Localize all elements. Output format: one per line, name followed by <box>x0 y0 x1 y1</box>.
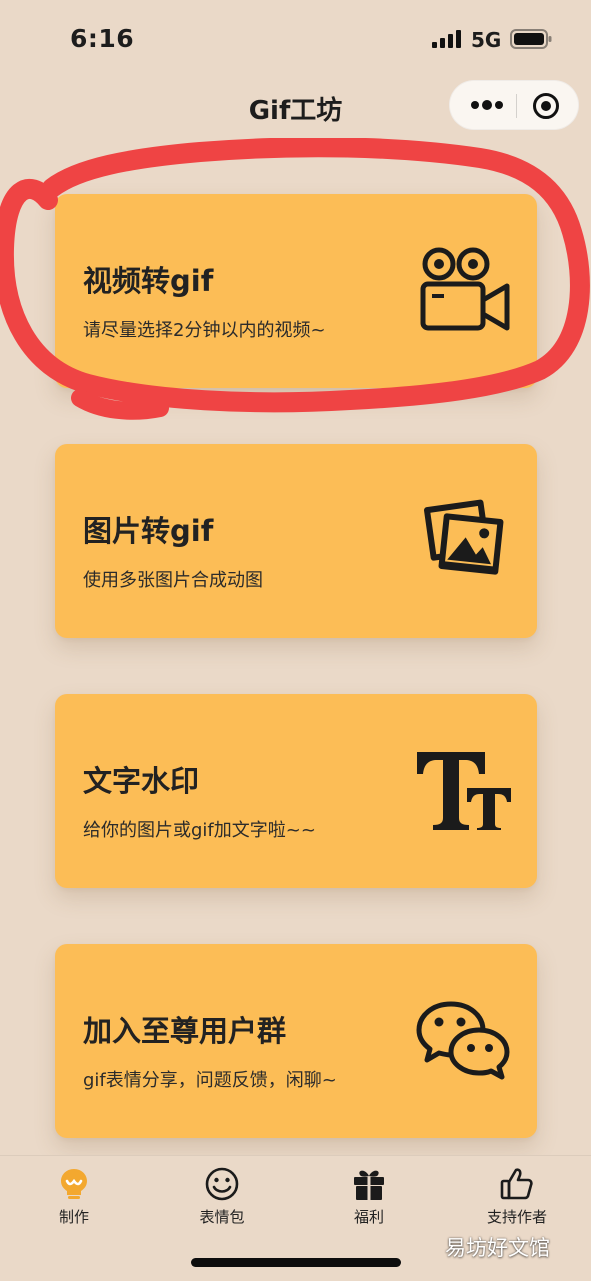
capsule-divider <box>516 94 517 118</box>
card-description: 使用多张图片合成动图 <box>83 570 263 591</box>
navigation-bar: Gif工坊 <box>0 78 591 134</box>
card-title: 加入至尊用户群 <box>83 1014 287 1048</box>
tab-stickers[interactable]: 表情包 <box>162 1164 282 1234</box>
card-description: 给你的图片或gif加文字啦~~ <box>83 820 316 841</box>
bulb-icon <box>61 1169 87 1199</box>
card-title: 视频转gif <box>83 264 214 298</box>
card-title: 文字水印 <box>83 764 200 798</box>
tab-make[interactable]: 制作 <box>14 1164 134 1234</box>
mini-program-capsule <box>449 80 579 130</box>
watermark: 易坊好文馆 <box>445 1236 550 1260</box>
thumbs-up-icon <box>500 1168 533 1200</box>
signal-icon <box>432 30 461 48</box>
card-images-to-gif[interactable]: 图片转gif 使用多张图片合成动图 <box>55 444 537 638</box>
wechat-icon <box>416 1001 510 1080</box>
video-camera-icon <box>420 247 510 331</box>
tab-label: 福利 <box>353 1208 384 1226</box>
card-description: gif表情分享，问题反馈，闲聊~ <box>83 1070 337 1091</box>
status-time: 6:16 <box>70 24 135 53</box>
tab-benefits[interactable]: 福利 <box>309 1164 429 1234</box>
home-indicator <box>191 1258 401 1267</box>
network-type: 5G <box>471 28 502 52</box>
card-video-to-gif[interactable]: 视频转gif 请尽量选择2分钟以内的视频~ <box>55 194 537 388</box>
tab-label: 表情包 <box>199 1208 245 1226</box>
card-text-watermark[interactable]: 文字水印 给你的图片或gif加文字啦~~ <box>55 694 537 888</box>
more-icon[interactable] <box>466 93 508 117</box>
smiley-icon <box>205 1167 239 1201</box>
close-target-icon[interactable] <box>532 92 560 120</box>
photos-icon <box>424 499 504 575</box>
text-size-icon <box>417 752 511 830</box>
tab-label: 支持作者 <box>486 1208 547 1226</box>
card-join-group[interactable]: 加入至尊用户群 gif表情分享，问题反馈，闲聊~ <box>55 944 537 1138</box>
tab-support-author[interactable]: 支持作者 <box>457 1164 577 1234</box>
card-title: 图片转gif <box>83 514 214 548</box>
status-bar: 6:16 5G <box>0 0 591 78</box>
tab-label: 制作 <box>58 1208 89 1226</box>
gift-icon <box>354 1170 384 1200</box>
card-description: 请尽量选择2分钟以内的视频~ <box>83 320 326 341</box>
battery-icon <box>510 29 552 49</box>
